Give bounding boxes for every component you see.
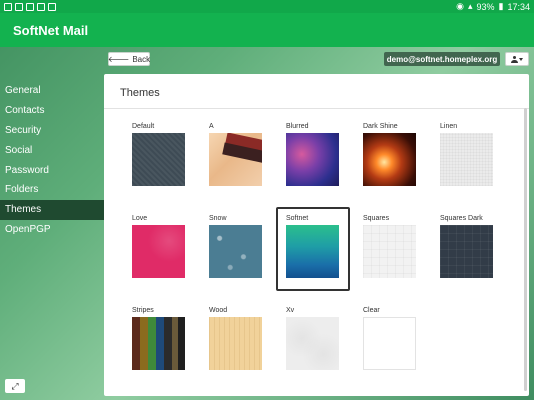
back-label: Back	[132, 54, 151, 64]
theme-preview[interactable]	[132, 225, 185, 278]
theme-preview[interactable]	[132, 317, 185, 370]
caret-down-icon	[519, 57, 523, 61]
scrollbar-thumb[interactable]	[524, 108, 527, 391]
theme-preview[interactable]	[209, 133, 262, 186]
sidebar-item-themes[interactable]: Themes	[0, 199, 104, 220]
theme-name: Snow	[209, 215, 227, 222]
user-icon	[511, 55, 518, 63]
expand-button[interactable]: ⤢	[5, 379, 25, 393]
theme-tile-clear[interactable]: Clear	[358, 306, 435, 370]
account-email-button[interactable]: demo@softnet.homeplex.org	[384, 52, 500, 66]
theme-tile-a[interactable]: A	[204, 122, 281, 186]
divider	[104, 108, 529, 109]
theme-name: Squares Dark	[440, 215, 483, 222]
signal-icon: ▴	[467, 1, 473, 11]
theme-tile-default[interactable]: Default	[127, 122, 204, 186]
sidebar-item-password[interactable]: Password	[0, 160, 104, 180]
user-menu-button[interactable]	[505, 52, 529, 66]
themes-panel: Themes Default A Blurred Dark Shine Line…	[104, 74, 529, 396]
notification-icon	[26, 2, 34, 11]
theme-name: Love	[132, 215, 148, 222]
theme-preview[interactable]	[363, 133, 416, 186]
theme-preview[interactable]	[286, 317, 339, 370]
sidebar-item-general[interactable]: General	[0, 81, 104, 101]
back-button[interactable]: 🡐 Back	[108, 52, 150, 66]
theme-tile-wood[interactable]: Wood	[204, 306, 281, 370]
sidebar-item-security[interactable]: Security	[0, 121, 104, 141]
expand-icon: ⤢	[11, 380, 19, 391]
theme-preview[interactable]	[440, 133, 493, 186]
notification-icon	[37, 2, 45, 11]
theme-tile-squares[interactable]: Squares	[358, 214, 435, 278]
app-bar: SoftNet Mail	[0, 13, 534, 47]
theme-preview[interactable]	[440, 225, 493, 278]
settings-sidebar: General Contacts Security Social Passwor…	[0, 81, 104, 239]
theme-name: Dark Shine	[363, 123, 398, 130]
theme-tile-dark-shine[interactable]: Dark Shine	[358, 122, 435, 186]
sidebar-item-social[interactable]: Social	[0, 140, 104, 160]
theme-tile-blurred[interactable]: Blurred	[281, 122, 358, 186]
theme-grid: Default A Blurred Dark Shine Linen Love …	[127, 122, 512, 370]
theme-name: Default	[132, 123, 155, 130]
scrollbar[interactable]	[524, 108, 527, 393]
theme-preview[interactable]	[286, 133, 339, 186]
theme-name: A	[209, 123, 214, 130]
battery-icon: ▮	[498, 1, 504, 11]
panel-title: Themes	[120, 87, 160, 99]
theme-tile-softnet[interactable]: Softnet	[276, 207, 358, 291]
theme-preview[interactable]	[209, 317, 262, 370]
theme-preview[interactable]	[363, 317, 416, 370]
app-title: SoftNet Mail	[13, 22, 89, 38]
theme-name: Blurred	[286, 123, 309, 130]
sidebar-item-openpgp[interactable]: OpenPGP	[0, 220, 104, 240]
theme-preview[interactable]	[209, 225, 262, 278]
clock: 17:34	[507, 1, 530, 12]
notification-icon	[48, 2, 56, 11]
theme-tile-snow[interactable]: Snow	[204, 214, 281, 278]
theme-preview[interactable]	[286, 225, 339, 278]
theme-preview[interactable]	[363, 225, 416, 278]
theme-name: Stripes	[132, 307, 154, 314]
notification-icons	[4, 2, 56, 11]
sidebar-item-folders[interactable]: Folders	[0, 180, 104, 200]
theme-tile-love[interactable]: Love	[127, 214, 204, 278]
theme-tile-squares-dark[interactable]: Squares Dark	[435, 214, 512, 278]
theme-name: Xv	[286, 307, 295, 314]
theme-tile-linen[interactable]: Linen	[435, 122, 512, 186]
theme-name: Squares	[363, 215, 390, 222]
wifi-icon: ◉	[456, 1, 464, 11]
theme-tile-stripes[interactable]: Stripes	[127, 306, 204, 370]
theme-tile-xv[interactable]: Xv	[281, 306, 358, 370]
theme-name: Linen	[440, 123, 458, 130]
notification-icon	[4, 2, 12, 11]
theme-name: Wood	[209, 307, 228, 314]
theme-name: Softnet	[286, 215, 309, 222]
theme-preview[interactable]	[132, 133, 185, 186]
sidebar-item-contacts[interactable]: Contacts	[0, 101, 104, 121]
status-bar: ◉ ▴ 93% ▮ 17:34	[0, 0, 534, 13]
arrow-left-icon: 🡐	[107, 55, 130, 64]
notification-icon	[15, 2, 23, 11]
battery-level: 93%	[476, 1, 495, 12]
theme-name: Clear	[363, 307, 380, 314]
